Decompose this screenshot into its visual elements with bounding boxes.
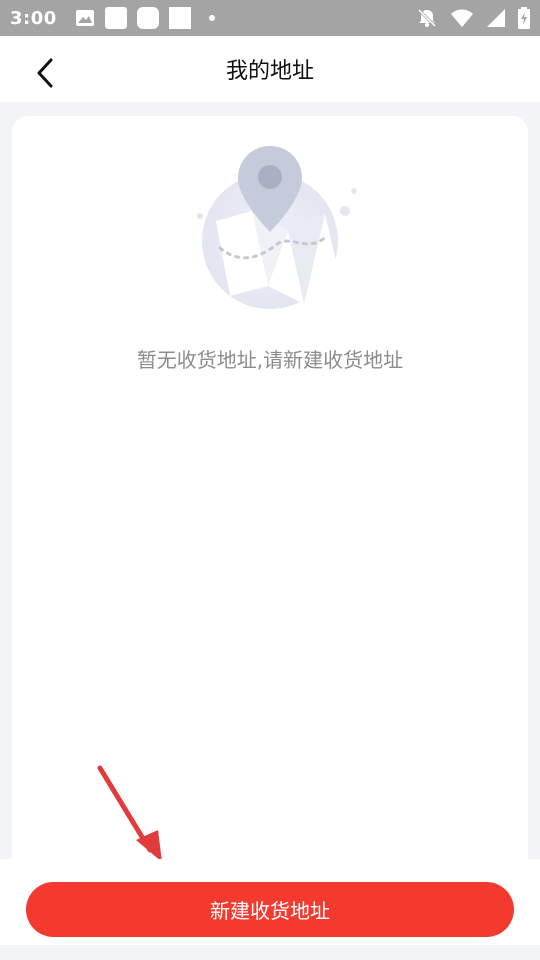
create-address-button[interactable]: 新建收货地址 — [26, 882, 514, 937]
empty-state-message: 暂无收货地址,请新建收货地址 — [136, 348, 404, 372]
alarm-off-icon — [417, 8, 437, 28]
dot-icon — [208, 15, 215, 21]
app-bar: 我的地址 — [0, 36, 540, 102]
bottom-action-bar: 新建收货地址 — [0, 859, 540, 945]
signal-icon — [487, 9, 505, 27]
create-address-button-label: 新建收货地址 — [210, 899, 330, 923]
wifi-icon — [451, 9, 473, 27]
status-time: 3:00 — [10, 7, 57, 29]
page-title: 我的地址 — [225, 59, 314, 84]
notification-square-icon — [104, 7, 127, 29]
notification-square-icon — [168, 7, 191, 29]
map-pin-illustration — [197, 146, 357, 309]
status-bar: 3:00 — [0, 0, 540, 36]
status-left-icons — [75, 7, 215, 29]
status-right-icons — [416, 7, 530, 29]
pointer-arrow-annotation — [97, 765, 162, 862]
back-button[interactable] — [30, 56, 60, 90]
chevron-left-icon — [37, 58, 53, 88]
image-icon — [75, 10, 94, 26]
empty-address-card: 暂无收货地址,请新建收货地址 — [12, 116, 528, 876]
notification-rounded-icon — [136, 7, 159, 29]
battery-charging-icon — [518, 7, 530, 29]
